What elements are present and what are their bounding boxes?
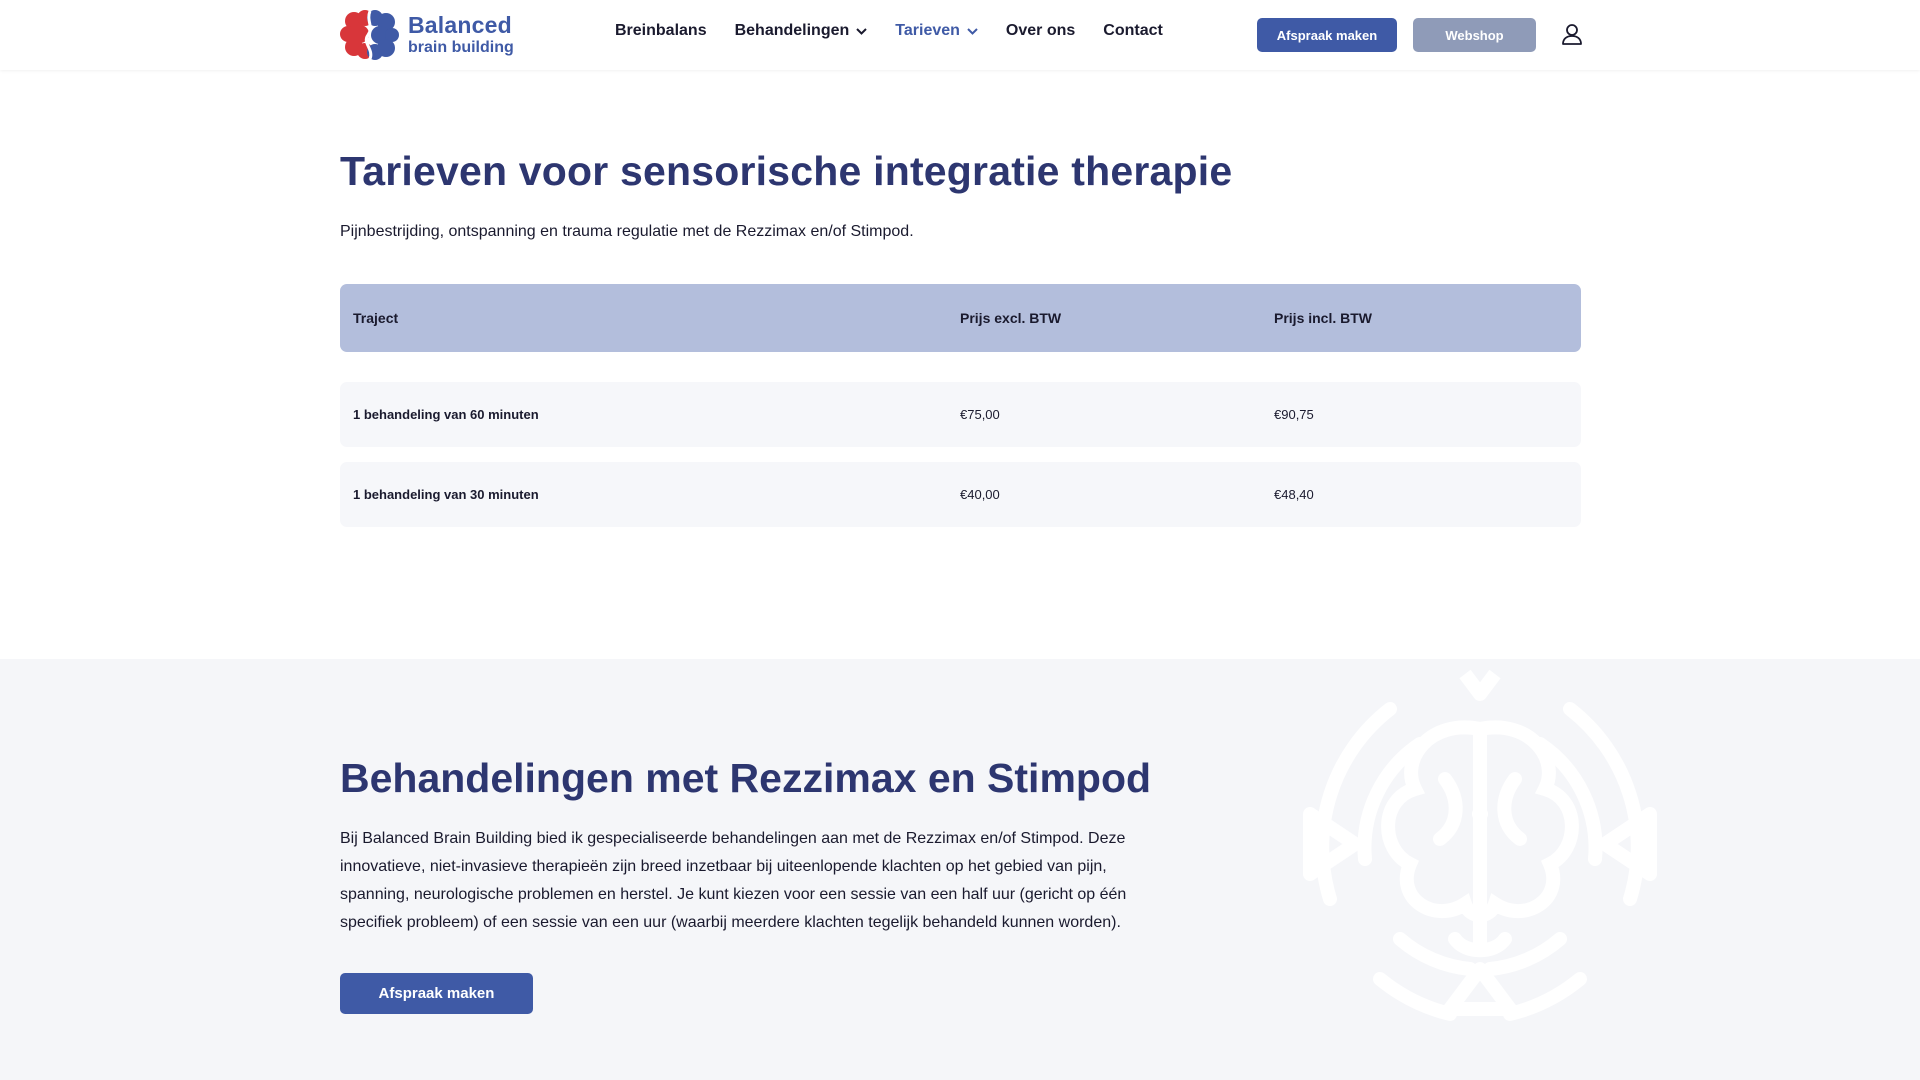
nav-item-label: Over ons bbox=[1005, 22, 1076, 39]
pricing-table: Traject Prijs excl. BTW Prijs incl. BTW … bbox=[340, 284, 1581, 527]
chevron-down-icon bbox=[856, 27, 867, 35]
column-header-prijs-incl: Prijs incl. BTW bbox=[1274, 310, 1373, 326]
table-header: Traject Prijs excl. BTW Prijs incl. BTW bbox=[340, 284, 1581, 352]
cell-traject: 1 behandeling van 30 minuten bbox=[353, 487, 539, 502]
user-icon[interactable] bbox=[1560, 22, 1584, 46]
logo-line1: Balanced bbox=[408, 12, 512, 38]
column-header-prijs-excl: Prijs excl. BTW bbox=[960, 310, 1062, 326]
afspraak-maken-button[interactable]: Afspraak maken bbox=[1257, 18, 1397, 52]
main-nav: Breinbalans Behandelingen Tarieven Over … bbox=[615, 22, 1191, 40]
nav-item-contact[interactable]: Contact bbox=[1103, 22, 1163, 40]
brain-logo-icon bbox=[340, 10, 399, 60]
webshop-button[interactable]: Webshop bbox=[1413, 18, 1536, 52]
cell-prijs-excl: €40,00 bbox=[960, 487, 1000, 502]
cell-prijs-incl: €90,75 bbox=[1274, 407, 1314, 422]
treatments-paragraph: Bij Balanced Brain Building bied ik gesp… bbox=[340, 830, 1127, 931]
nav-item-label: Contact bbox=[1103, 22, 1163, 39]
brain-emblem-watermark-icon bbox=[1303, 669, 1657, 1021]
site-header: Balanced brain building Breinbalans Beha… bbox=[0, 0, 1920, 70]
cell-traject: 1 behandeling van 60 minuten bbox=[353, 407, 539, 422]
nav-item-label: Tarieven bbox=[895, 22, 960, 39]
table-row: 1 behandeling van 60 minuten €75,00 €90,… bbox=[340, 382, 1581, 447]
column-header-traject: Traject bbox=[353, 310, 399, 326]
chevron-down-icon bbox=[967, 27, 978, 35]
nav-item-over-ons[interactable]: Over ons bbox=[1006, 22, 1075, 40]
pricing-title: Tarieven voor sensorische integratie the… bbox=[340, 148, 1233, 194]
afspraak-maken-button[interactable]: Afspraak maken bbox=[340, 973, 533, 1014]
logo[interactable]: Balanced brain building bbox=[340, 7, 514, 63]
treatments-title: Behandelingen met Rezzimax en Stimpod bbox=[340, 755, 1152, 801]
nav-item-breinbalans[interactable]: Breinbalans bbox=[615, 22, 707, 40]
pricing-subtitle: Pijnbestrijding, ontspanning en trauma r… bbox=[340, 223, 914, 240]
treatments-section: Behandelingen met Rezzimax en Stimpod Bi… bbox=[0, 659, 1920, 1080]
logo-line2: brain building bbox=[408, 39, 514, 56]
nav-item-label: Behandelingen bbox=[734, 22, 850, 39]
cell-prijs-excl: €75,00 bbox=[960, 407, 1000, 422]
nav-item-tarieven[interactable]: Tarieven bbox=[895, 22, 978, 40]
cell-prijs-incl: €48,40 bbox=[1274, 487, 1314, 502]
logo-text: Balanced brain building bbox=[408, 14, 514, 56]
nav-item-behandelingen[interactable]: Behandelingen bbox=[735, 22, 868, 40]
table-row: 1 behandeling van 30 minuten €40,00 €48,… bbox=[340, 462, 1581, 527]
nav-item-label: Breinbalans bbox=[615, 22, 707, 39]
